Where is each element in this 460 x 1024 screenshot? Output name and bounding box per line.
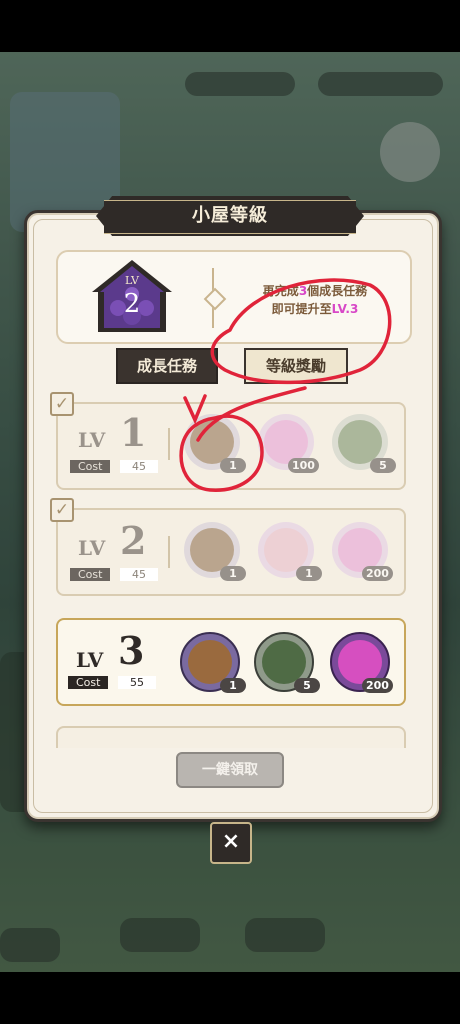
item-count-badge: 100 [288,458,319,473]
item-count-badge: 1 [220,566,246,581]
cost-value: 45 [120,460,158,473]
level-row-1: LV 1 Cost 45 1 100 5 [56,402,406,490]
lv-label: LV [78,428,106,452]
claimed-check-icon: ✓ [50,498,74,522]
reward-heart-crystal-icon[interactable]: 200 [332,522,393,581]
nav-bar [0,972,460,1024]
reward-luggage-icon[interactable]: 1 [184,414,246,473]
row-divider [168,428,170,460]
level-row-2: LV 2 Cost 45 1 1 200 [56,508,406,596]
item-count-badge: 1 [296,566,322,581]
reward-book-icon[interactable]: 1 [258,522,322,581]
cost-value: 45 [120,568,158,581]
reward-green-chest-icon[interactable]: 5 [332,414,396,473]
claim-all-button[interactable]: 一鍵領取 [176,752,284,788]
progress-text-line2: 即可提升至LV.3 [271,302,359,316]
house-level-icon: LV 2 [92,260,172,332]
lv-number: 3 [118,628,145,673]
row-divider [168,536,170,568]
claimed-check-icon: ✓ [50,392,74,416]
close-button[interactable]: × [210,822,252,864]
lv-number: 1 [120,410,147,455]
level-row-3: LV 3 Cost 55 1 5 200 [56,618,406,706]
dialog-title: 小屋等級 [192,205,268,226]
cost-value: 55 [118,676,156,689]
item-count-badge: 1 [220,678,246,693]
lv-number: 2 [120,518,147,563]
item-count-badge: 200 [362,678,393,693]
status-bar [0,0,460,52]
svg-text:LV: LV [125,274,140,287]
reward-luggage-icon[interactable]: 1 [184,522,246,581]
lv-label: LV [78,536,106,560]
svg-text:2: 2 [124,289,141,319]
tab-level-rewards[interactable]: 等級獎勵 [244,348,348,384]
item-count-badge: 1 [220,458,246,473]
reward-heart-crystal-icon[interactable]: 100 [258,414,319,473]
reward-green-chest-icon[interactable]: 5 [254,632,320,693]
cost-label: Cost [68,676,109,689]
item-count-badge: 5 [294,678,320,693]
reward-heart-crystal-icon[interactable]: 200 [330,632,393,693]
item-count-badge: 5 [370,458,396,473]
cost-label: Cost [70,460,111,473]
item-count-badge: 200 [362,566,393,581]
level-row-4-partial [56,726,406,748]
tab-growth-tasks[interactable]: 成長任務 [116,348,218,384]
lv-label: LV [76,648,104,672]
reward-luggage-icon[interactable]: 1 [180,632,246,693]
cost-label: Cost [70,568,111,581]
progress-text-line1: 再完成3個成長任務 [262,284,368,298]
